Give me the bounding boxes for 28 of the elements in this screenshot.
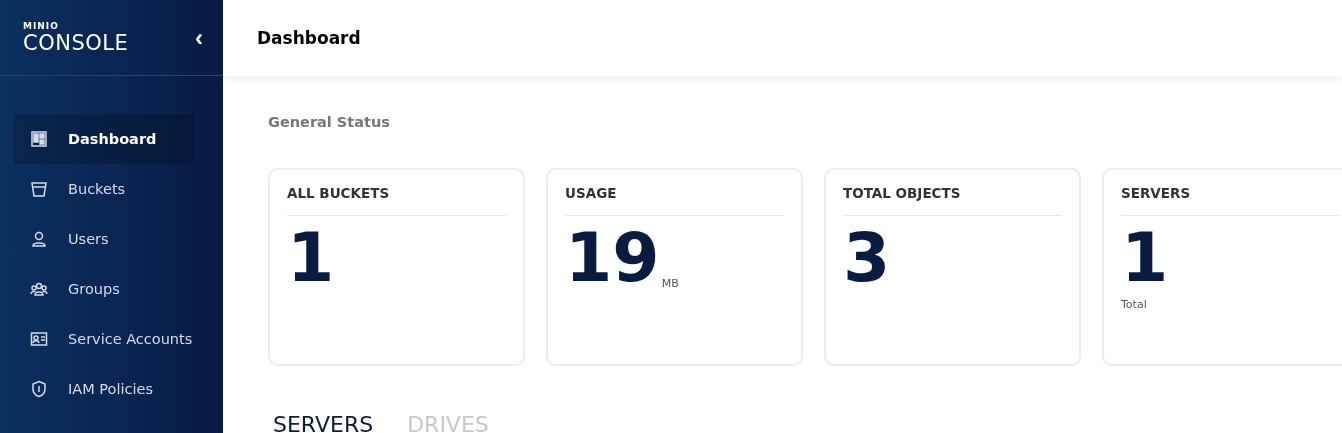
- tab[interactable]: SERVERS: [273, 412, 374, 433]
- nav-item[interactable]: Users: [14, 214, 194, 264]
- group-icon: [30, 280, 48, 298]
- stat-value: 19: [565, 218, 660, 298]
- nav-item[interactable]: Service Accounts: [14, 314, 207, 364]
- dashboard-icon: [30, 130, 48, 148]
- user-icon: [30, 230, 48, 248]
- section-title: General Status: [268, 114, 391, 130]
- nav-item[interactable]: Dashboard: [14, 114, 194, 164]
- collapse-button[interactable]: ‹: [195, 23, 203, 52]
- logo-text: CONSOLE: [23, 30, 129, 55]
- stat-value: 3: [843, 218, 891, 298]
- stat-value: 1: [287, 218, 335, 298]
- card-title: TOTAL OBJECTS: [843, 185, 1062, 216]
- card-title: SERVERS: [1121, 185, 1340, 216]
- nav-item[interactable]: Groups: [14, 264, 194, 314]
- stat-value: 1: [1121, 218, 1169, 298]
- stat-unit: MB: [661, 277, 679, 292]
- stat-note: Total: [1121, 298, 1148, 311]
- id-card-icon: [30, 330, 48, 348]
- nav-item[interactable]: Buckets: [14, 164, 194, 214]
- nav-item[interactable]: IAM Policies: [14, 364, 194, 414]
- shield-icon: [30, 380, 48, 398]
- page-title: Dashboard: [257, 28, 361, 48]
- card-title: ALL BUCKETS: [287, 185, 506, 216]
- card-title: USAGE: [565, 185, 784, 216]
- logo-caption: MINIO: [23, 20, 60, 31]
- bucket-icon: [30, 180, 48, 198]
